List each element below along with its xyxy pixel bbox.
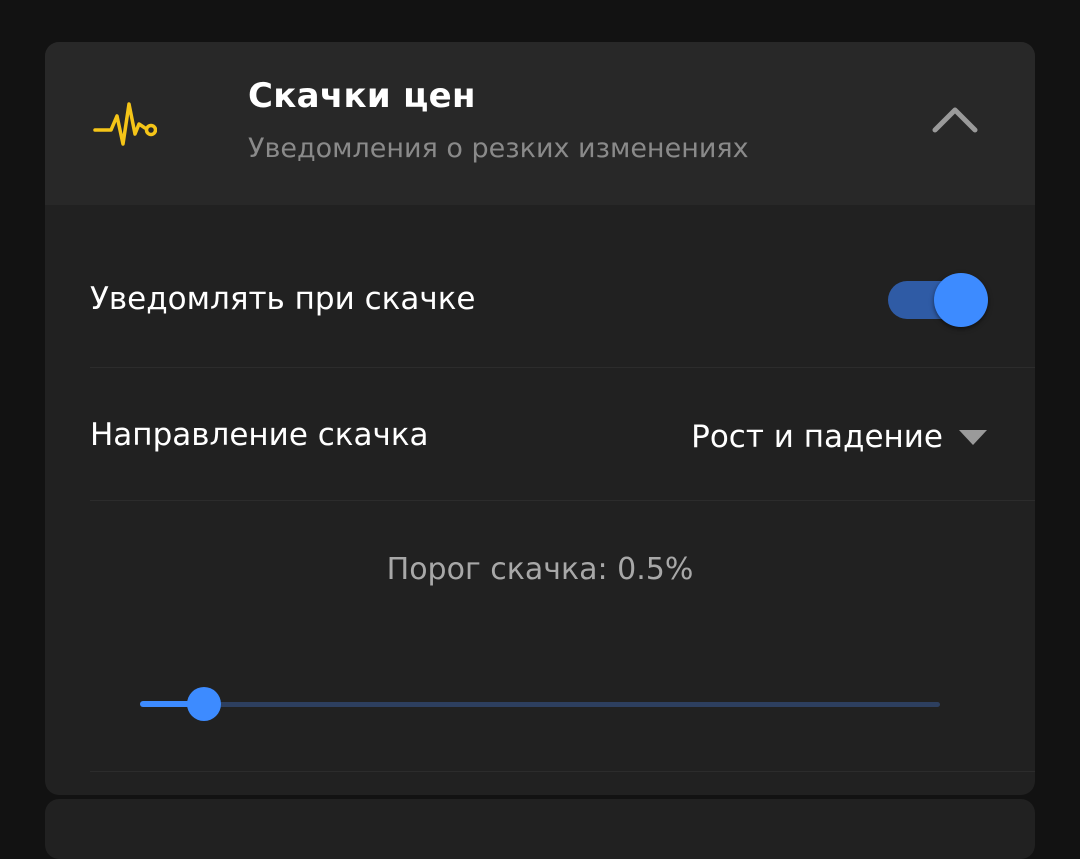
slider-thumb[interactable] xyxy=(187,687,221,721)
divider xyxy=(90,367,1035,368)
card-subtitle: Уведомления о резких изменениях xyxy=(248,133,749,164)
direction-select[interactable]: Рост и падение xyxy=(691,415,987,459)
toggle-thumb xyxy=(934,273,988,327)
divider xyxy=(90,500,1035,501)
triangle-down-icon xyxy=(959,430,987,445)
direction-value: Рост и падение xyxy=(691,419,943,455)
slider-track xyxy=(140,702,940,707)
pulse-icon xyxy=(93,102,157,146)
notify-toggle[interactable] xyxy=(888,271,992,331)
chevron-up-icon[interactable] xyxy=(925,98,985,138)
price-spikes-card: Скачки цен Уведомления о резких изменени… xyxy=(45,42,1035,795)
divider xyxy=(90,771,1035,772)
threshold-slider[interactable] xyxy=(140,682,940,726)
notify-label: Уведомлять при скачке xyxy=(90,281,476,317)
card-header[interactable]: Скачки цен Уведомления о резких изменени… xyxy=(45,42,1035,205)
next-card xyxy=(45,799,1035,859)
threshold-label: Порог скачка: 0.5% xyxy=(386,552,694,587)
direction-label: Направление скачка xyxy=(90,417,429,453)
card-title: Скачки цен xyxy=(248,76,476,116)
